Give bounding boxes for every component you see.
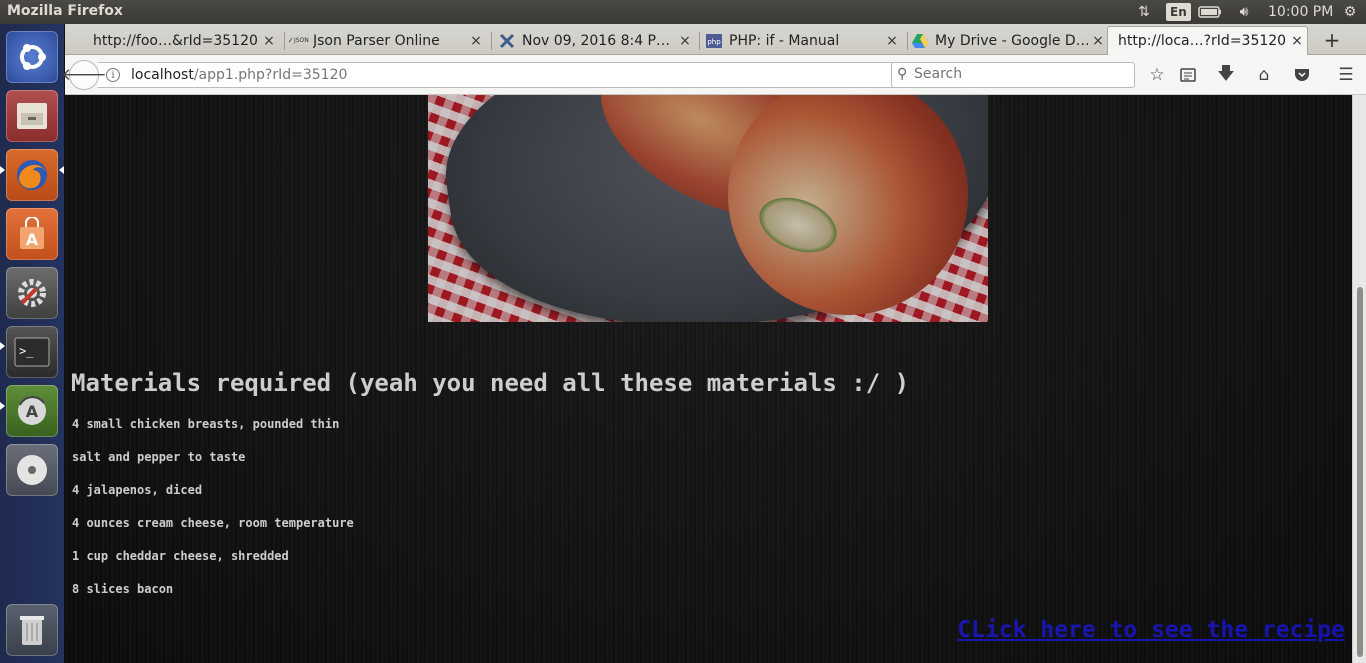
tab-separator <box>907 32 908 50</box>
recipe-image <box>428 95 988 322</box>
tab-close-button[interactable]: × <box>1287 33 1307 49</box>
wrench-gear-icon[interactable] <box>6 267 58 319</box>
ingredient-item: 4 ounces cream cheese, room temperature <box>72 516 354 530</box>
page-icon <box>69 33 87 49</box>
tab-separator <box>491 32 492 50</box>
clock[interactable]: 10:00 PM <box>1268 2 1333 22</box>
google-drive-icon <box>911 33 929 49</box>
ingredient-item: 1 cup cheddar cheese, shredded <box>72 549 289 563</box>
svg-text:php: php <box>707 38 721 46</box>
ubuntu-logo-icon[interactable] <box>6 31 58 83</box>
ingredient-item: 4 small chicken breasts, pounded thin <box>72 417 340 431</box>
svg-text:A: A <box>26 402 39 421</box>
tab-separator <box>699 32 700 50</box>
ingredient-item: salt and pepper to taste <box>72 450 246 464</box>
firefox-icon[interactable] <box>6 149 58 201</box>
reading-list-icon[interactable] <box>1177 64 1199 86</box>
cross-icon <box>498 33 516 49</box>
focused-indicator <box>59 166 64 174</box>
tab-separator <box>284 32 285 50</box>
url-host: localhost <box>131 67 194 83</box>
volume-icon[interactable]: 🔊︎ <box>1233 2 1255 22</box>
info-icon[interactable]: i <box>106 68 120 82</box>
page-viewport: Materials required (yeah you need all th… <box>65 95 1352 663</box>
tab-close-button[interactable]: × <box>882 33 902 49</box>
power-gear-icon[interactable]: ⚙ <box>1340 2 1360 22</box>
running-indicator <box>0 166 5 174</box>
home-icon[interactable]: ⌂ <box>1253 64 1275 86</box>
navigation-bar: i localhost/app1.php?rId=35120 ↻ 🡐 ⚲ ☆ 🡇… <box>61 55 1366 95</box>
file-cabinet-icon[interactable] <box>6 90 58 142</box>
tab-close-button[interactable]: × <box>259 33 279 49</box>
svg-text:A: A <box>26 230 39 249</box>
tab-label: Nov 09, 2016 8:4 P… <box>522 32 670 49</box>
battery-icon[interactable] <box>1197 2 1223 22</box>
back-button[interactable]: 🡐 <box>61 60 107 90</box>
url-path: /app1.php?rId=35120 <box>193 67 348 83</box>
tab-json-parser[interactable]: ✓ JSON Json Parser Online × <box>289 26 486 55</box>
tab-label: http://loca…?rId=35120 <box>1118 33 1287 49</box>
recipe-link[interactable]: CLick here to see the recipe <box>957 617 1345 643</box>
tab-close-button[interactable]: × <box>1088 33 1108 49</box>
search-box[interactable]: ⚲ <box>891 62 1135 88</box>
tab-php-manual[interactable]: php PHP: if - Manual × <box>705 26 902 55</box>
top-panel: Mozilla Firefox ⇅ En 🔊︎ 10:00 PM ⚙ <box>0 0 1366 24</box>
json-icon: ✓ JSON <box>289 36 309 45</box>
tab-label: PHP: if - Manual <box>729 32 840 49</box>
tab-bar: http://foo…&rId=35120 × ✓ JSON Json Parse… <box>65 24 1366 55</box>
running-indicator <box>0 342 5 350</box>
back-arrow-icon: 🡐 <box>61 65 107 85</box>
tab-nov-09[interactable]: Nov 09, 2016 8:4 P… × <box>498 26 695 55</box>
tab-foo[interactable]: http://foo…&rId=35120 × <box>69 26 279 55</box>
vertical-scrollbar[interactable] <box>1352 95 1366 663</box>
ingredient-item: 8 slices bacon <box>72 582 174 596</box>
scrollbar-thumb[interactable] <box>1357 287 1363 657</box>
new-tab-button[interactable]: + <box>1320 28 1344 52</box>
launcher: A >_ A <box>0 24 65 663</box>
php-icon: php <box>705 33 723 49</box>
ingredient-item: 4 jalapenos, diced <box>72 483 203 497</box>
svg-text:>_: >_ <box>19 344 34 358</box>
search-icon: ⚲ <box>897 66 908 82</box>
url-bar[interactable]: i localhost/app1.php?rId=35120 ↻ <box>98 62 950 88</box>
search-input[interactable] <box>914 66 1124 82</box>
disc-icon[interactable] <box>6 444 58 496</box>
tab-label: http://foo…&rId=35120 <box>93 32 258 49</box>
tab-close-button[interactable]: × <box>675 33 695 49</box>
download-icon[interactable]: 🡇 <box>1215 64 1237 86</box>
url-text[interactable]: localhost/app1.php?rId=35120 <box>131 67 347 83</box>
materials-heading: Materials required (yeah you need all th… <box>71 369 910 397</box>
trash-icon[interactable] <box>6 604 58 656</box>
terminal-icon[interactable]: >_ <box>6 326 58 378</box>
tab-close-button[interactable]: × <box>466 33 486 49</box>
keyboard-layout-indicator[interactable]: En <box>1166 3 1191 21</box>
menu-hamburger-icon[interactable]: ☰ <box>1335 64 1357 86</box>
tab-label: My Drive - Google D… <box>935 32 1088 49</box>
bookmark-star-icon[interactable]: ☆ <box>1146 64 1168 86</box>
pocket-icon[interactable] <box>1291 64 1313 86</box>
running-indicator <box>0 402 5 410</box>
network-icon[interactable]: ⇅ <box>1133 2 1155 22</box>
tab-localhost-active[interactable]: http://loca…?rId=35120 × <box>1107 26 1308 55</box>
updater-icon[interactable]: A <box>6 385 58 437</box>
tab-label: Json Parser Online <box>313 32 440 49</box>
app-title: Mozilla Firefox <box>7 3 123 19</box>
shopping-bag-icon[interactable]: A <box>6 208 58 260</box>
tab-google-drive[interactable]: My Drive - Google D… × <box>911 26 1108 55</box>
